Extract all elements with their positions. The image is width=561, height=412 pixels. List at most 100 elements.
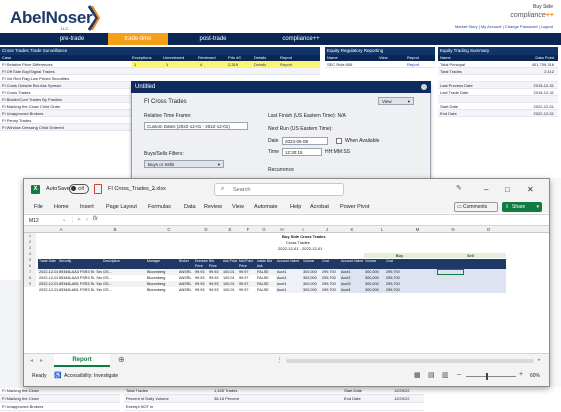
- scroll-right-icon[interactable]: ▸: [538, 357, 541, 363]
- table-cell[interactable]: ANSRL: [178, 287, 194, 293]
- column-header[interactable]: E: [220, 226, 240, 233]
- column-header[interactable]: K: [340, 226, 364, 233]
- sheet-tab-report[interactable]: Report: [54, 354, 110, 367]
- column-header[interactable]: L: [364, 226, 400, 233]
- column-header[interactable]: A: [38, 226, 84, 233]
- function-icon[interactable]: fx: [93, 216, 98, 222]
- row-number[interactable]: 9: [24, 281, 36, 287]
- zoom-level[interactable]: 60%: [530, 373, 540, 379]
- save-icon[interactable]: [94, 184, 102, 194]
- table-cell[interactable]: 99.93: [208, 287, 222, 293]
- list-item[interactable]: FI Unapproved Brokers: [0, 403, 120, 411]
- normal-view-icon[interactable]: ▦: [414, 371, 421, 379]
- table-cell[interactable]: Acct1: [276, 287, 302, 293]
- column-header[interactable]: J: [314, 226, 340, 233]
- tab-trade-time[interactable]: trade-time: [108, 33, 168, 45]
- report-link[interactable]: Report: [407, 61, 419, 67]
- user-links[interactable]: Market Story | My Account | Change Passw…: [455, 24, 553, 29]
- horizontal-scrollbar[interactable]: [286, 359, 534, 363]
- check-icon[interactable]: ✓: [85, 217, 89, 223]
- menu-automate[interactable]: Automate: [254, 204, 278, 210]
- search-box[interactable]: ⌕ Search: [214, 183, 344, 196]
- relative-time-select[interactable]: Custom Dates (2022-12-01 - 2022-12-01): [144, 122, 248, 130]
- tab-compliance[interactable]: compliance++: [258, 33, 344, 45]
- column-header[interactable]: F: [240, 226, 256, 233]
- table-cell[interactable]: 299,700: [385, 287, 506, 293]
- table-cell[interactable]: 299,700: [321, 287, 340, 293]
- column-header[interactable]: G: [256, 226, 272, 233]
- close-icon[interactable]: ✕: [527, 185, 534, 194]
- table-cell[interactable]: 300,000: [302, 287, 321, 293]
- relative-time-label: Relative Time Frame:: [144, 113, 192, 119]
- menu-formulas[interactable]: Formulas: [148, 204, 171, 210]
- chevron-down-icon[interactable]: ⌄: [152, 186, 156, 192]
- menu-insert[interactable]: Insert: [80, 204, 94, 210]
- selected-cell[interactable]: [437, 269, 464, 275]
- menu-page-layout[interactable]: Page Layout: [106, 204, 137, 210]
- accessibility-status[interactable]: Accessibility: Investigate: [64, 373, 118, 379]
- close-icon[interactable]: [421, 84, 427, 90]
- details-link[interactable]: Details: [254, 61, 266, 68]
- zoom-in-icon[interactable]: +: [519, 371, 523, 378]
- menu-file[interactable]: File: [34, 204, 43, 210]
- when-available-checkbox[interactable]: [336, 138, 342, 144]
- view-dropdown[interactable]: View ▾: [378, 97, 414, 105]
- table-row[interactable]: 2022-12-0189346LAB1 FSR3 Sr. SecuredGS..…: [38, 287, 506, 293]
- minimize-icon[interactable]: –: [484, 185, 488, 194]
- menu-help[interactable]: Help: [290, 204, 301, 210]
- formula-input[interactable]: [104, 217, 534, 225]
- table-cell[interactable]: GS...: [102, 287, 146, 293]
- column-header[interactable]: C: [146, 226, 192, 233]
- page-layout-icon[interactable]: ▤: [428, 371, 435, 379]
- add-sheet-icon[interactable]: ⊕: [118, 355, 125, 364]
- next-sheet-icon[interactable]: ▸: [40, 357, 43, 364]
- menu-acrobat[interactable]: Acrobat: [310, 204, 329, 210]
- file-name[interactable]: FI Cross_Trades_2.xlsx: [108, 186, 166, 192]
- more-icon[interactable]: ⋮: [70, 217, 75, 223]
- table-cell[interactable]: Bloomberg: [146, 287, 178, 293]
- share-button[interactable]: ⇪ Share ▾: [502, 202, 542, 212]
- menu-review[interactable]: Review: [204, 204, 222, 210]
- time-input[interactable]: 12:30:15: [282, 148, 322, 156]
- zoom-slider[interactable]: [466, 376, 516, 377]
- zoom-slider-thumb[interactable]: [486, 373, 488, 380]
- table-cell[interactable]: 300,000: [364, 287, 385, 293]
- cancel-icon[interactable]: ✕: [77, 217, 81, 223]
- page-break-icon[interactable]: ▥: [442, 371, 449, 379]
- table-cell[interactable]: 89346LAB1 FSR3 Sr. Secured: [58, 287, 102, 293]
- report-link[interactable]: Report: [280, 61, 292, 68]
- name-box[interactable]: M12: [29, 217, 59, 225]
- tab-pre-trade[interactable]: pre-trade: [38, 33, 106, 45]
- more-icon[interactable]: ⋮: [276, 356, 283, 364]
- column-header[interactable]: M: [400, 226, 435, 233]
- menu-view[interactable]: View: [232, 204, 244, 210]
- date-input[interactable]: 2023-05-08: [282, 137, 328, 145]
- comments-button[interactable]: ▭ Comments: [454, 202, 498, 212]
- list-item[interactable]: FI Marking the Close: [0, 387, 120, 395]
- column-header[interactable]: I: [292, 226, 314, 233]
- table-cell[interactable]: 2022-12-01: [38, 287, 58, 293]
- maximize-icon[interactable]: □: [505, 185, 510, 194]
- table-cell[interactable]: Acct4: [340, 287, 364, 293]
- table-cell[interactable]: 99.93: [194, 287, 208, 293]
- list-item[interactable]: FI Marking the Close: [0, 395, 120, 403]
- column-header[interactable]: N: [435, 226, 471, 233]
- buys-sells-select[interactable]: Buys or Sells ▾: [144, 160, 224, 168]
- table-cell[interactable]: 99.97: [238, 287, 256, 293]
- menu-home[interactable]: Home: [54, 204, 69, 210]
- column-header[interactable]: H: [272, 226, 292, 233]
- column-header[interactable]: O: [471, 226, 506, 233]
- menu-data[interactable]: Data: [184, 204, 196, 210]
- chevron-down-icon[interactable]: ⌄: [62, 217, 66, 223]
- table-row[interactable]: FI Off Side Buy/Signal Trades: [0, 68, 320, 75]
- column-header[interactable]: B: [84, 226, 146, 233]
- tab-post-trade[interactable]: post-trade: [170, 33, 256, 45]
- prev-sheet-icon[interactable]: ◂: [30, 357, 33, 364]
- table-cell[interactable]: FALSE: [256, 287, 276, 293]
- menu-power-pivot[interactable]: Power Pivot: [340, 204, 369, 210]
- pen-icon[interactable]: ✎: [456, 184, 462, 192]
- table-cell[interactable]: 100.01: [222, 287, 238, 293]
- zoom-out-icon[interactable]: –: [457, 371, 461, 378]
- column-header[interactable]: D: [192, 226, 220, 233]
- sheet-grid[interactable]: 123456789 Buy Side Cross Trades Cross Tr…: [24, 233, 549, 353]
